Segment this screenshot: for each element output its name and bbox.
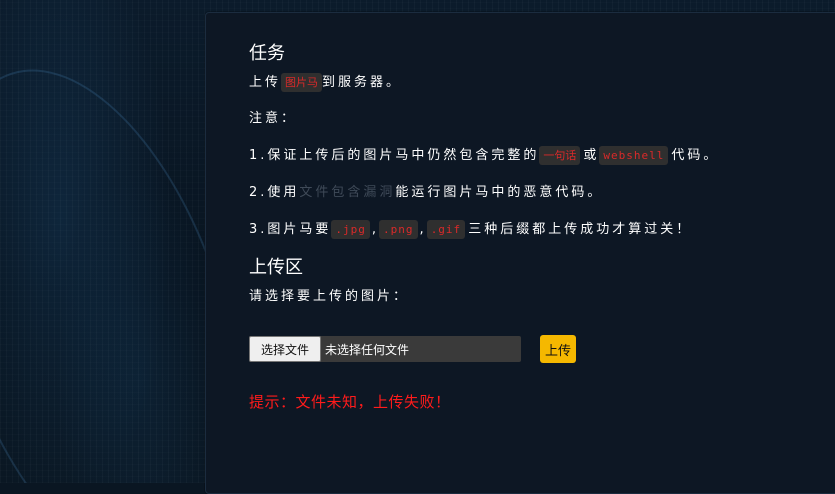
- main-panel: 任务 上传 图片马 到服务器。 注意： 1.保证上传后的图片马中仍然包含完整的 一句话…: [205, 12, 835, 494]
- error-message: 提示：文件未知，上传失败！: [249, 393, 451, 411]
- jpg-code: .jpg: [331, 220, 370, 239]
- rule-1-suffix: 代码。: [671, 148, 720, 163]
- rule-3-sep-2: ,: [419, 222, 427, 237]
- note-label: 注意：: [249, 111, 298, 126]
- upload-form: 选择文件 未选择任何文件 上传: [249, 335, 576, 363]
- task-line-suffix: 到服务器。: [322, 75, 403, 90]
- one-line-code: 一句话: [539, 146, 581, 165]
- task-line: 上传 图片马 到服务器。: [249, 73, 402, 93]
- file-status-label: 未选择任何文件: [325, 342, 410, 357]
- upload-button[interactable]: 上传: [540, 335, 576, 363]
- rule-2: 2.使用文件包含漏洞能运行图片马中的恶意代码。: [249, 183, 603, 203]
- upload-prompt: 请选择要上传的图片：: [249, 289, 410, 304]
- webshell-code: webshell: [599, 146, 669, 165]
- choose-file-button[interactable]: 选择文件: [249, 336, 321, 362]
- rule-3-suffix: 三种后缀都上传成功才算过关！: [468, 222, 693, 237]
- rule-3-prefix: 3.图片马要: [249, 222, 332, 237]
- rule-3: 3.图片马要 .jpg, .png, .gif 三种后缀都上传成功才算过关！: [249, 220, 692, 240]
- rule-1: 1.保证上传后的图片马中仍然包含完整的 一句话或 webshell 代码。: [249, 146, 719, 166]
- file-inclusion-hint: 文件包含漏洞: [299, 185, 396, 200]
- upload-heading: 上传区: [249, 257, 303, 278]
- rule-2-prefix: 2.使用: [249, 185, 300, 200]
- rule-1-mid: 或: [583, 148, 600, 163]
- file-input[interactable]: 选择文件 未选择任何文件: [249, 336, 521, 362]
- task-heading: 任务: [249, 43, 285, 64]
- rule-3-sep-1: ,: [371, 222, 380, 237]
- rule-1-prefix: 1.保证上传后的图片马中仍然包含完整的: [249, 148, 540, 163]
- task-line-prefix: 上传: [249, 75, 282, 90]
- gif-code: .gif: [426, 220, 466, 239]
- png-code: .png: [379, 220, 418, 239]
- rule-2-suffix: 能运行图片马中的恶意代码。: [395, 185, 604, 200]
- image-trojan-code: 图片马: [281, 73, 323, 92]
